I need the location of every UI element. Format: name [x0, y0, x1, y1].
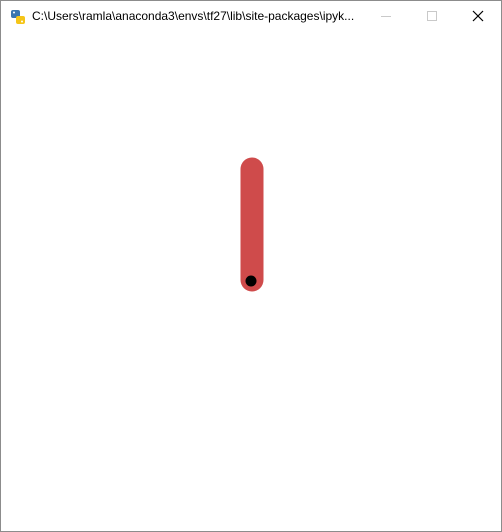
maximize-icon — [427, 11, 437, 21]
render-canvas — [1, 31, 501, 531]
python-icon — [10, 9, 26, 25]
axle-point — [245, 275, 257, 287]
window-title: C:\Users\ramla\anaconda3\envs\tf27\lib\s… — [32, 9, 355, 23]
minimize-icon — [381, 16, 391, 17]
title-bar[interactable]: C:\Users\ramla\anaconda3\envs\tf27\lib\s… — [1, 1, 501, 31]
close-icon — [472, 10, 484, 22]
cartpole-scene — [240, 157, 264, 292]
minimize-button[interactable] — [363, 1, 409, 31]
close-button[interactable] — [455, 1, 501, 31]
maximize-button[interactable] — [409, 1, 455, 31]
app-window: C:\Users\ramla\anaconda3\envs\tf27\lib\s… — [0, 0, 502, 532]
